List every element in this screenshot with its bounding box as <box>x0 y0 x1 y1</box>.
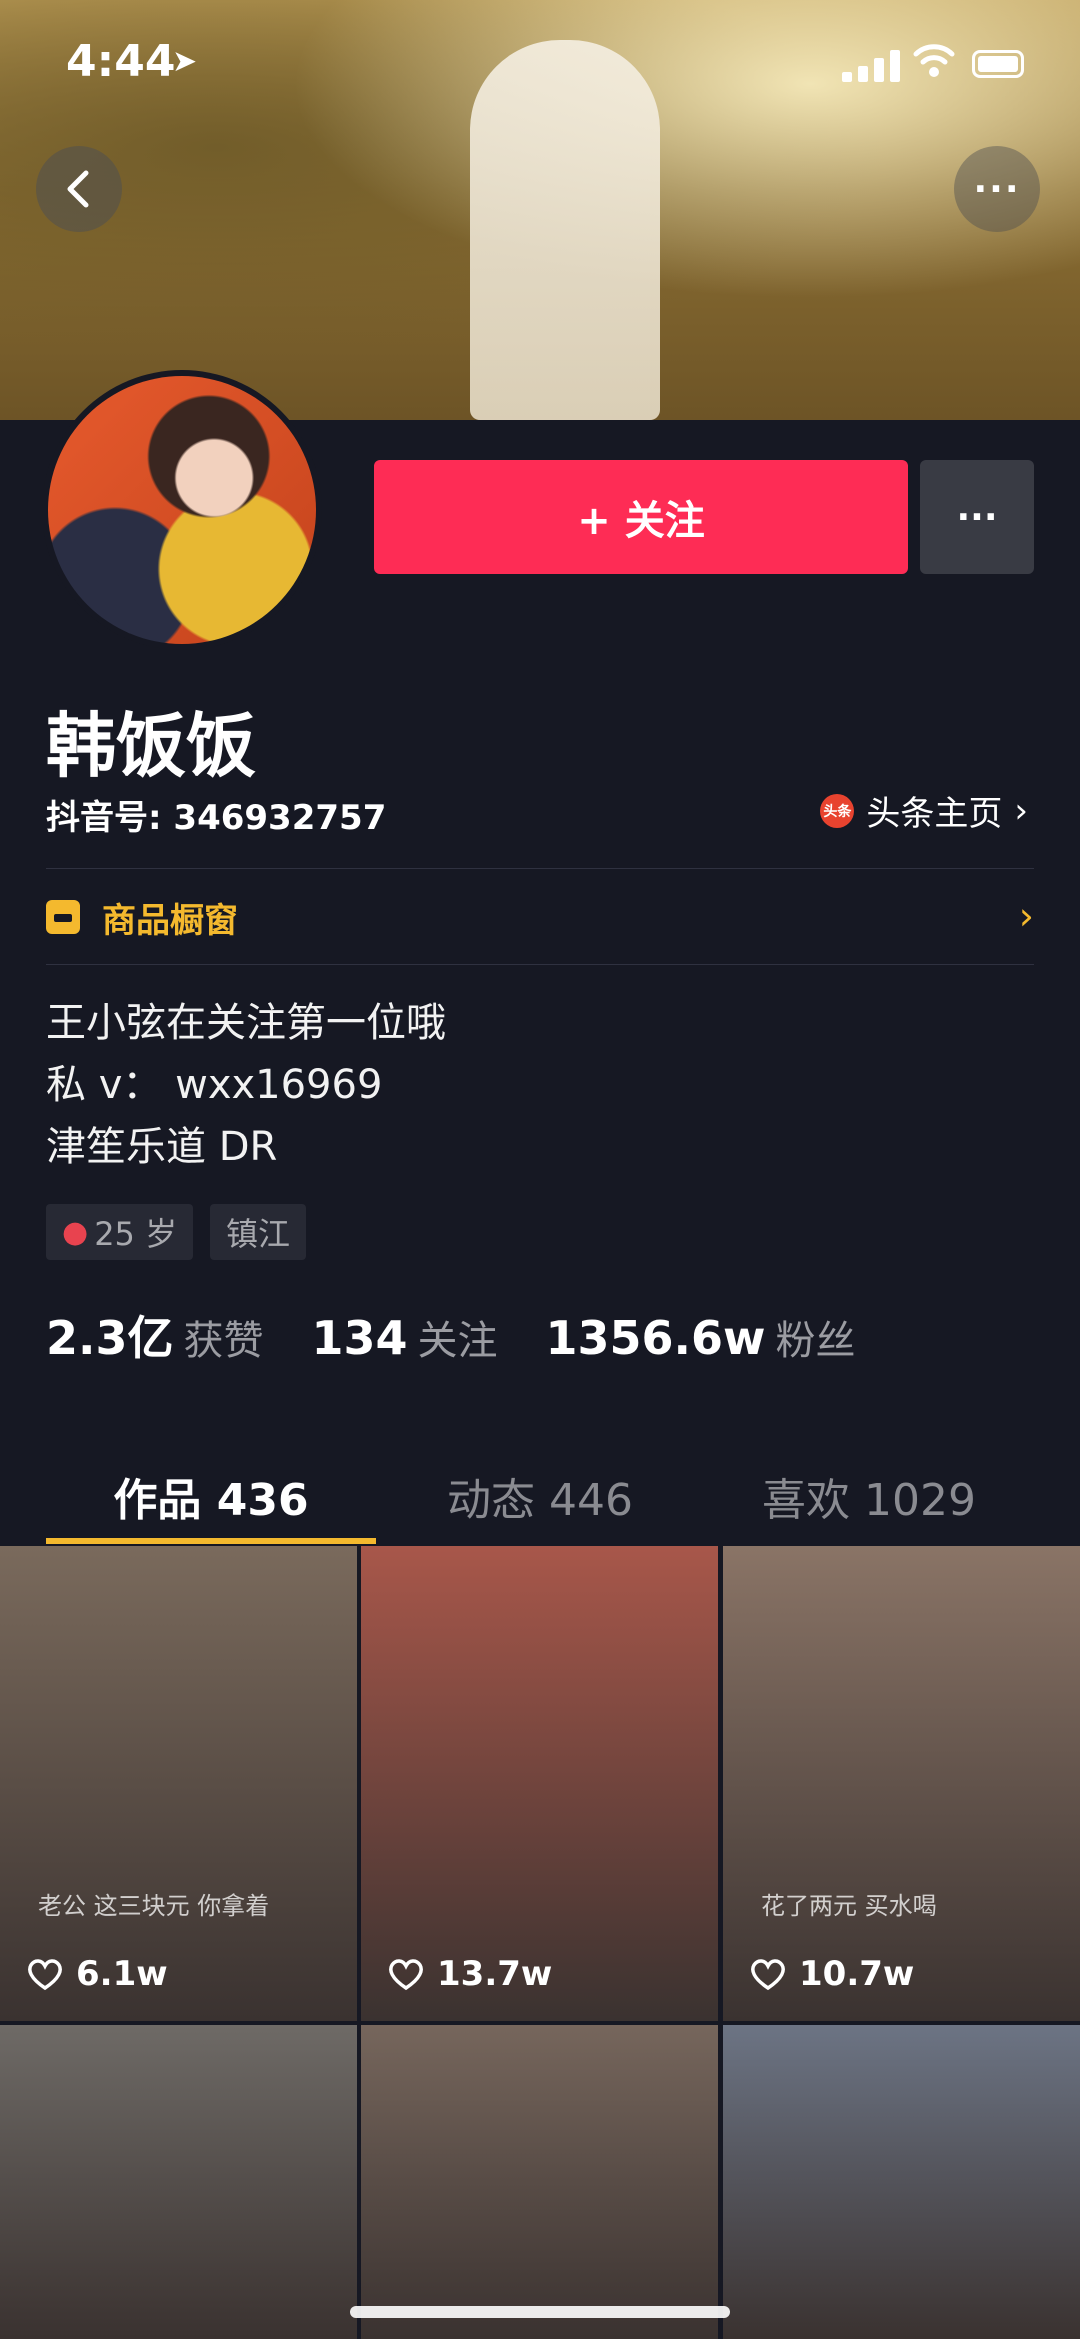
video-likes: 13.7w <box>387 1954 552 1994</box>
bio-line: 津笙乐道 DR <box>46 1124 278 1170</box>
ellipsis-icon: ··· <box>956 496 998 538</box>
wifi-icon <box>913 44 955 77</box>
tab-works[interactable]: 作品 436 <box>46 1464 376 1528</box>
avatar-image <box>48 376 316 644</box>
ellipsis-icon: ··· <box>973 168 1021 210</box>
likes-count: 10.7w <box>799 1954 915 1994</box>
home-indicator[interactable] <box>350 2306 730 2318</box>
toutiao-homepage-link[interactable]: 头条 头条主页 › <box>820 786 1028 835</box>
heart-outline-icon <box>389 1959 423 1991</box>
battery-icon <box>972 50 1024 78</box>
product-showcase-row[interactable]: 商品橱窗 › <box>46 892 1034 942</box>
video-thumbnail[interactable] <box>0 2025 357 2339</box>
video-thumbnail[interactable]: 老公 这三块元 你拿着 6.1w <box>0 1546 357 2021</box>
bio-line: 私 v： wxx16969 <box>46 1062 383 1108</box>
divider <box>46 964 1034 965</box>
age-label: 25 岁 <box>94 1215 178 1253</box>
follow-button[interactable]: + 关注 <box>374 460 908 574</box>
video-likes: 6.1w <box>26 1954 168 1994</box>
following-count[interactable]: 134 <box>312 1311 408 1365</box>
video-caption: 花了两元 买水喝 <box>761 1892 937 1920</box>
status-bar: 4:44 ➤ <box>0 0 1080 130</box>
location-label: 镇江 <box>226 1215 291 1253</box>
shop-icon <box>46 900 80 934</box>
chevron-left-icon <box>67 170 89 208</box>
likes-count: 2.3亿 <box>46 1311 174 1365</box>
likes-count: 13.7w <box>437 1954 553 1994</box>
toutiao-label: 头条主页 <box>866 794 1003 834</box>
female-icon: ● <box>62 1214 89 1250</box>
video-likes: 10.7w <box>749 1954 914 1994</box>
status-time: 4:44 <box>66 36 176 87</box>
heart-outline-icon <box>751 1959 785 1991</box>
video-thumbnail[interactable]: 花了两元 买水喝 10.7w <box>723 1546 1080 2021</box>
chevron-right-icon: › <box>1014 790 1028 831</box>
douyin-id: 抖音号: 346932757 <box>46 798 387 838</box>
cellular-signal-icon <box>842 48 900 82</box>
likes-count: 6.1w <box>76 1954 168 1994</box>
back-button[interactable] <box>36 146 122 232</box>
active-tab-indicator <box>46 1538 376 1544</box>
more-options-top-button[interactable]: ··· <box>954 146 1040 232</box>
location-tag: 镇江 <box>210 1204 307 1260</box>
heart-outline-icon <box>28 1959 62 1991</box>
followers-label[interactable]: 粉丝 <box>776 1308 856 1366</box>
location-arrow-icon: ➤ <box>172 44 198 79</box>
video-thumbnail[interactable] <box>723 2025 1080 2339</box>
toutiao-icon: 头条 <box>820 793 855 828</box>
avatar[interactable] <box>42 370 322 650</box>
divider <box>46 868 1034 869</box>
profile-stats: 2.3亿 获赞 134 关注 1356.6w 粉丝 <box>46 1302 904 1368</box>
bio-line: 王小弦在关注第一位哦 <box>46 1000 446 1046</box>
bio: 王小弦在关注第一位哦 私 v： wxx16969 津笙乐道 DR <box>46 992 446 1178</box>
likes-label: 获赞 <box>183 1318 264 1364</box>
content-tabs: 作品 436 动态 446 喜欢 1029 <box>0 1450 1080 1546</box>
followers-count[interactable]: 1356.6w <box>546 1311 766 1365</box>
more-options-button[interactable]: ··· <box>920 460 1034 574</box>
tab-activity[interactable]: 动态 446 <box>375 1464 705 1528</box>
chevron-right-icon: › <box>1018 894 1034 938</box>
follow-button-label: + 关注 <box>577 498 705 544</box>
following-label[interactable]: 关注 <box>418 1308 498 1366</box>
shop-label: 商品橱窗 <box>102 900 238 941</box>
video-thumbnail[interactable]: 13.7w <box>361 1546 718 2021</box>
username: 韩饭饭 <box>46 705 256 787</box>
tab-liked[interactable]: 喜欢 1029 <box>704 1464 1034 1528</box>
age-tag: ● 25 岁 <box>46 1204 194 1260</box>
video-thumbnail[interactable] <box>361 2025 718 2339</box>
video-caption: 老公 这三块元 你拿着 <box>38 1892 270 1920</box>
